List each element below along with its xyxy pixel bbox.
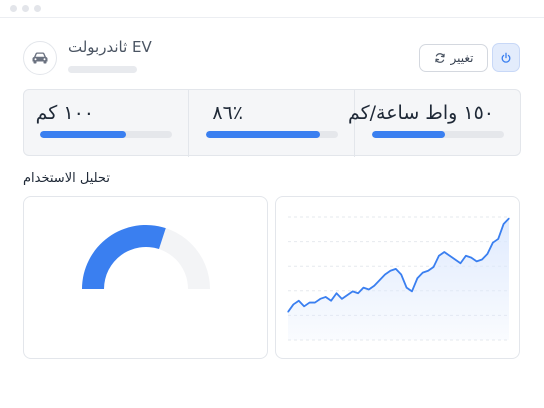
usage-data-point (497, 238, 499, 240)
usage-data-point (373, 285, 375, 287)
power-icon (501, 52, 511, 63)
usage-data-point (470, 257, 472, 259)
usage-data-point (325, 296, 327, 298)
usage-data-point (362, 287, 365, 289)
refresh-icon (434, 53, 445, 63)
usage-data-point (341, 298, 343, 300)
efficiency-progress (372, 131, 504, 138)
usage-data-point (357, 292, 359, 294)
usage-data-point (346, 294, 348, 296)
usage-data-point (314, 301, 316, 304)
usage-data-point (287, 311, 289, 313)
usage-data-point (384, 273, 386, 276)
battery-progress-fill (206, 131, 320, 138)
usage-data-point (427, 270, 429, 272)
range-progress (40, 131, 172, 138)
usage-data-point (292, 303, 294, 306)
usage-data-point (486, 253, 489, 255)
usage-data-point (416, 277, 418, 279)
usage-data-point (476, 260, 478, 262)
usage-data-point (481, 258, 483, 261)
usage-data-point (395, 268, 397, 270)
usage-area-fill (288, 218, 509, 340)
range-progress-fill (40, 131, 126, 138)
usage-data-point (438, 255, 440, 257)
range-value: ١٠٠ كم (35, 102, 94, 124)
usage-analysis-title: تحليل الاستخدام (23, 171, 110, 186)
usage-data-point (454, 258, 456, 261)
gauge-card (23, 196, 268, 359)
efficiency-progress-fill (372, 131, 445, 138)
usage-trend-chart (287, 216, 510, 341)
stats-panel: ١٥٠ واط ساعة/كم ٨٦٪ ١٠٠ كم (23, 89, 521, 157)
usage-data-point (308, 301, 311, 304)
usage-data-point (379, 279, 381, 281)
usage-data-point (465, 255, 467, 257)
usage-data-point (492, 242, 494, 244)
window-dot (22, 5, 29, 12)
usage-data-point (389, 270, 392, 272)
usage-data-point (411, 290, 413, 292)
usage-data-point (443, 251, 445, 253)
line-chart-card (275, 196, 520, 359)
car-icon (23, 41, 57, 75)
usage-data-point (503, 223, 505, 225)
usage-data-point (449, 255, 451, 257)
usage-data-point (330, 300, 332, 302)
usage-data-point (352, 290, 354, 292)
subtitle-placeholder (68, 66, 137, 73)
usage-data-point (405, 287, 408, 289)
usage-data-point (422, 272, 424, 274)
usage-data-point (298, 300, 300, 302)
usage-data-point (368, 288, 370, 291)
efficiency-value: ١٥٠ واط ساعة/كم (347, 102, 494, 124)
window-title-bar (0, 0, 544, 18)
usage-data-point (400, 273, 402, 276)
usage-gauge-chart (82, 224, 210, 289)
usage-data-point (303, 305, 305, 307)
usage-data-point (319, 298, 321, 300)
usage-data-point (335, 292, 338, 294)
power-button[interactable] (492, 43, 520, 72)
usage-data-point (508, 217, 510, 219)
usage-data-point (432, 266, 435, 268)
usage-data-point (459, 262, 462, 264)
window-dot (10, 5, 17, 12)
change-button-label: تغيير (450, 51, 474, 65)
gauge-fill (82, 224, 166, 289)
battery-value: ٨٦٪ (212, 102, 243, 124)
change-vehicle-button[interactable]: تغيير (419, 44, 488, 72)
battery-progress (206, 131, 338, 138)
vehicle-name: ثاندربولت EV (68, 38, 152, 56)
window-dot (34, 5, 41, 12)
